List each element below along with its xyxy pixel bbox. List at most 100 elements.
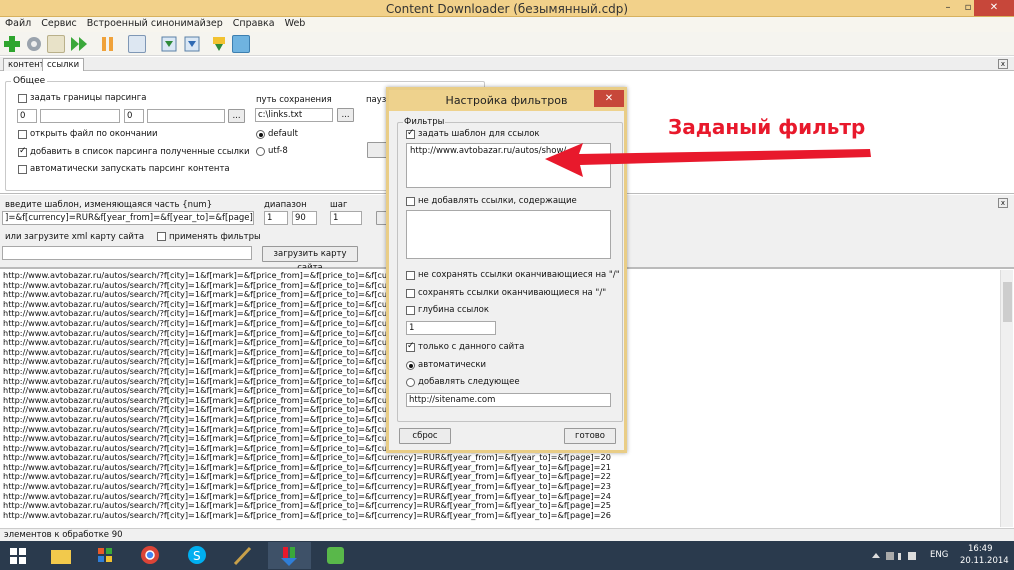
- explorer-icon[interactable]: [39, 542, 82, 569]
- menu-service[interactable]: Сервис: [36, 17, 82, 30]
- range-from-input[interactable]: 1: [264, 211, 288, 225]
- list-item[interactable]: http://www.avtobazar.ru/autos/search/?f[…: [0, 510, 1014, 521]
- download-icon[interactable]: [160, 35, 178, 53]
- save-path-input[interactable]: c:\links.txt: [255, 108, 333, 122]
- only-site-label: только с данного сайта: [418, 342, 525, 352]
- encoding-default-label: default: [268, 129, 298, 139]
- svg-text:S: S: [193, 549, 201, 563]
- filters-group-label: Фильтры: [403, 117, 446, 127]
- set-template-label: задать шаблон для ссылок: [418, 129, 540, 139]
- range-label: диапазон: [264, 200, 307, 210]
- add-to-list-checkbox[interactable]: [18, 146, 27, 157]
- auto-radio[interactable]: [406, 361, 415, 370]
- window-title: Content Downloader (безымянный.cdp): [385, 2, 629, 16]
- range-to-input[interactable]: 90: [292, 211, 317, 225]
- document-icon[interactable]: [47, 35, 65, 53]
- load-sitemap-button[interactable]: загрузить карту сайта: [262, 246, 358, 273]
- depth-label: глубина ссылок: [418, 305, 489, 315]
- annotation-arrow: [545, 143, 871, 177]
- image-icon[interactable]: [232, 35, 250, 53]
- scrollbar-thumb[interactable]: [1003, 282, 1012, 322]
- bounds-browse-button[interactable]: ...: [228, 109, 245, 123]
- encoding-default-radio[interactable]: [256, 130, 265, 139]
- editor-icon[interactable]: [222, 542, 265, 569]
- export-icon[interactable]: [210, 35, 228, 53]
- site-input[interactable]: http://sitename.com: [406, 393, 611, 407]
- general-group-label: Общее: [11, 76, 48, 86]
- save-ending-checkbox[interactable]: [406, 289, 415, 298]
- language-indicator[interactable]: ENG: [930, 550, 948, 560]
- gear-icon[interactable]: [25, 35, 43, 53]
- auto-start-checkbox[interactable]: [18, 165, 27, 174]
- step-label: шаг: [330, 200, 348, 210]
- tray-icons[interactable]: [870, 550, 920, 562]
- taskbar: S ENG 16:49 20.11.2014: [0, 541, 1014, 570]
- template-panel-close-button[interactable]: x: [998, 198, 1008, 208]
- reset-button[interactable]: сброс: [399, 428, 451, 444]
- bound-start-input[interactable]: 0: [17, 109, 37, 123]
- clock-time[interactable]: 16:49: [968, 544, 993, 554]
- step-input[interactable]: 1: [330, 211, 362, 225]
- store-icon[interactable]: [84, 542, 127, 569]
- no-save-ending-label: не сохранять ссылки оканчивающиеся на "/…: [418, 270, 620, 280]
- done-button[interactable]: готово: [564, 428, 616, 444]
- menu-bar: Файл Сервис Встроенный синонимайзер Справка…: [0, 17, 1014, 32]
- save-ending-label: сохранять ссылки оканчивающиеся на "/": [418, 288, 607, 298]
- save-path-label: путь сохранения: [256, 95, 332, 105]
- open-file-checkbox[interactable]: [18, 130, 27, 139]
- menu-synonymizer[interactable]: Встроенный синонимайзер: [82, 17, 228, 30]
- no-add-checkbox[interactable]: [406, 197, 415, 206]
- skype-icon[interactable]: S: [176, 542, 219, 569]
- auto-start-label: автоматически запускать парсинг контента: [30, 164, 230, 174]
- encoding-utf8-radio[interactable]: [256, 147, 265, 156]
- bound-start-text-input[interactable]: [40, 109, 120, 123]
- template-label: введите шаблон, изменяющаяся часть {num}: [5, 200, 213, 210]
- no-add-label: не добавлять ссылки, содержащие: [418, 196, 577, 206]
- add-next-label: добавлять следующее: [418, 377, 520, 387]
- add-icon[interactable]: [3, 35, 21, 53]
- no-save-ending-checkbox[interactable]: [406, 271, 415, 280]
- only-site-checkbox[interactable]: [406, 341, 415, 352]
- bound-end-input[interactable]: 0: [124, 109, 144, 123]
- exclude-textarea[interactable]: [406, 210, 611, 259]
- toolbar: [0, 32, 1014, 56]
- encoding-utf8-label: utf-8: [268, 146, 288, 156]
- menu-web[interactable]: Web: [280, 17, 311, 30]
- sitemap-input[interactable]: [2, 246, 252, 260]
- download-alt-icon[interactable]: [183, 35, 201, 53]
- panel-close-button[interactable]: x: [998, 59, 1008, 69]
- apply-filters-label: применять фильтры: [169, 232, 261, 242]
- list-scrollbar[interactable]: [1000, 270, 1013, 527]
- close-button[interactable]: ✕: [974, 0, 1014, 16]
- set-bounds-label: задать границы парсинга: [30, 93, 147, 103]
- add-to-list-label: добавить в список парсинга полученные сс…: [30, 147, 250, 157]
- tab-links[interactable]: ссылки: [42, 58, 85, 71]
- set-template-checkbox[interactable]: [406, 128, 415, 139]
- bound-end-text-input[interactable]: [147, 109, 225, 123]
- dialog-title: Настройка фильтров: [389, 90, 624, 111]
- open-file-label: открыть файл по окончании: [30, 129, 158, 139]
- status-bar: элементов к обработке 90: [0, 528, 1014, 541]
- add-next-radio[interactable]: [406, 378, 415, 387]
- start-button[interactable]: [0, 542, 36, 569]
- depth-checkbox[interactable]: [406, 306, 415, 315]
- save-path-browse-button[interactable]: ...: [337, 108, 354, 122]
- dialog-close-button[interactable]: ✕: [594, 90, 624, 107]
- evernote-icon[interactable]: [314, 542, 357, 569]
- chrome-icon[interactable]: [129, 542, 172, 569]
- tab-strip: контент ссылки x: [0, 57, 1014, 71]
- auto-label: автоматически: [418, 360, 487, 370]
- set-bounds-checkbox[interactable]: [18, 94, 27, 103]
- pause-icon[interactable]: [99, 35, 117, 53]
- apply-filters-checkbox[interactable]: [157, 232, 166, 241]
- menu-file[interactable]: Файл: [0, 17, 36, 30]
- template-input[interactable]: ]=&f[currency]=RUR&f[year_from]=&f[year_…: [2, 211, 254, 225]
- xml-label: или загрузите xml карту сайта: [5, 232, 145, 242]
- clock-date[interactable]: 20.11.2014: [960, 556, 1009, 566]
- preview-icon[interactable]: [128, 35, 146, 53]
- play-forward-icon[interactable]: [70, 35, 88, 53]
- depth-input[interactable]: 1: [406, 321, 496, 335]
- title-bar: Content Downloader (безымянный.cdp) – ▫ …: [0, 0, 1014, 17]
- content-downloader-taskbar-icon[interactable]: [268, 542, 311, 569]
- menu-help[interactable]: Справка: [228, 17, 280, 30]
